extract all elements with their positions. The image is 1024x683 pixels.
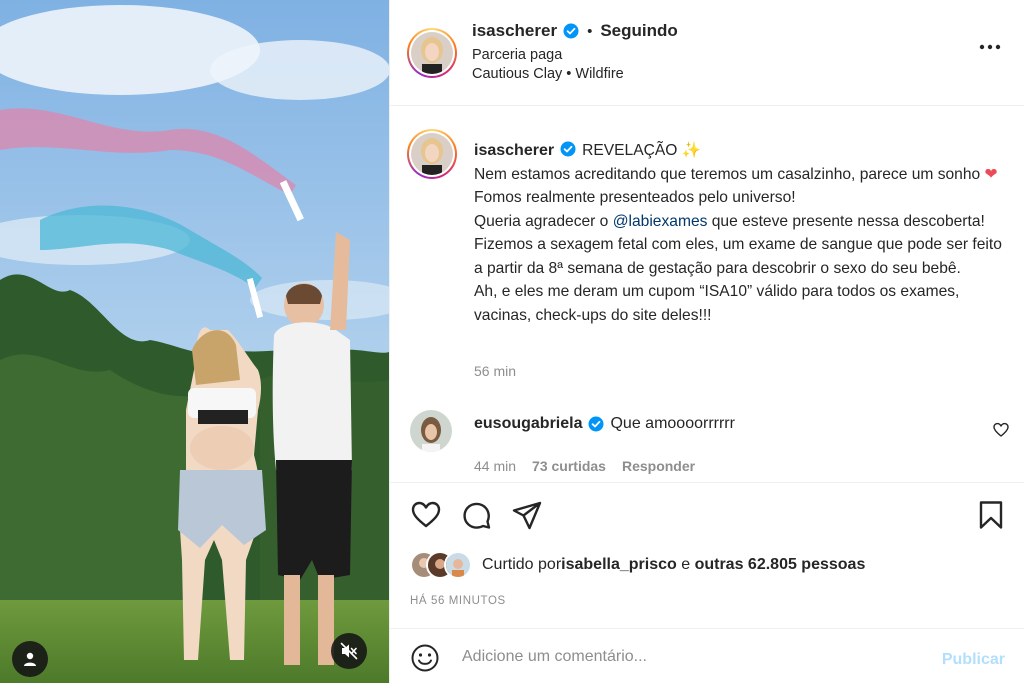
comment-input[interactable] (462, 641, 932, 673)
comment-icon[interactable] (460, 499, 492, 531)
caption-text: isascherer REVELAÇÃO ✨ Nem estamos acredi… (474, 139, 1014, 327)
liked-by-middle: e (676, 556, 695, 573)
verified-badge-icon (563, 23, 579, 39)
commenter-avatar-photo (410, 410, 452, 452)
emoji-icon[interactable] (410, 643, 440, 673)
mention-link[interactable]: @labiexames (613, 213, 708, 230)
commenter-avatar[interactable] (410, 410, 452, 452)
author-avatar[interactable] (407, 28, 457, 78)
caption-avatar-photo (411, 133, 453, 175)
caption-title: REVELAÇÃO (582, 142, 678, 159)
bookmark-icon[interactable] (975, 499, 1007, 531)
header-separator: • (587, 22, 593, 40)
caption-line-3-pre: Queria agradecer o (474, 212, 613, 230)
liked-by-others[interactable]: outras 62.805 pessoas (695, 556, 866, 574)
liked-by-user[interactable]: isabella_prisco (561, 556, 677, 574)
caption-avatar[interactable] (407, 129, 457, 179)
paid-partnership-label[interactable]: Parceria paga (472, 47, 562, 63)
caption-line-1: Nem estamos acreditando que teremos um c… (474, 165, 985, 183)
post-time-ago[interactable]: HÁ 56 MINUTOS (410, 595, 506, 607)
post-header: isascherer • Seguindo Parceria paga Caut… (390, 0, 1024, 106)
liked-by-prefix: Curtido por (482, 556, 562, 573)
post-media[interactable] (0, 0, 389, 683)
caption-timestamp[interactable]: 56 min (474, 363, 516, 379)
following-button[interactable]: Seguindo (600, 21, 677, 41)
red-heart-emoji: ❤ (984, 165, 998, 183)
post-side-panel: isascherer • Seguindo Parceria paga Caut… (389, 0, 1024, 683)
comment-likes[interactable]: 73 curtidas (532, 458, 606, 474)
author-username[interactable]: isascherer (472, 21, 557, 41)
author-avatar-photo (411, 32, 453, 74)
heart-icon[interactable] (410, 499, 442, 531)
caption-line-4: Ah, e eles me deram um cupom “ISA10” vál… (474, 283, 960, 324)
header-user-line: isascherer • Seguindo (472, 21, 678, 41)
caption-username[interactable]: isascherer (474, 142, 554, 159)
user-tag-icon (24, 652, 36, 666)
muted-speaker-icon (340, 642, 358, 660)
commenter-username[interactable]: eusougabriela (474, 415, 582, 433)
sparkles-emoji: ✨ (681, 142, 702, 159)
mute-button[interactable] (331, 633, 367, 669)
caption-verified-badge-icon (560, 141, 576, 157)
comment-line: eusougabriela Que amoooorrrrrr (474, 415, 735, 433)
liker-avatar-3 (444, 551, 472, 579)
comment-item: eusougabriela Que amoooorrrrrr 44 min 73… (390, 398, 1024, 478)
reply-button[interactable]: Responder (622, 458, 695, 474)
instagram-post: isascherer • Seguindo Parceria paga Caut… (0, 0, 1024, 683)
comment-text: Que amoooorrrrrr (610, 415, 735, 432)
comment-meta: 44 min 73 curtidas Responder (474, 458, 695, 474)
add-comment-bar: Publicar (390, 628, 1024, 683)
publish-button[interactable]: Publicar (942, 651, 1005, 669)
share-paper-plane-icon[interactable] (511, 499, 543, 531)
comment-like-heart-icon[interactable] (993, 422, 1009, 438)
more-horizontal-icon[interactable] (977, 40, 1003, 54)
comment-time[interactable]: 44 min (474, 458, 516, 474)
commenter-verified-badge-icon (588, 416, 604, 432)
tagged-users-button[interactable] (12, 641, 48, 677)
post-photo (0, 0, 389, 683)
post-actions: Curtido por isabella_prisco e outras 62.… (390, 482, 1024, 642)
audio-track-link[interactable]: Cautious Clay • Wildfire (472, 66, 624, 82)
liker-avatars[interactable] (410, 551, 476, 579)
caption-line-2: Fomos realmente presenteados pelo univer… (474, 189, 796, 206)
likes-summary: Curtido por isabella_prisco e outras 62.… (410, 551, 865, 579)
